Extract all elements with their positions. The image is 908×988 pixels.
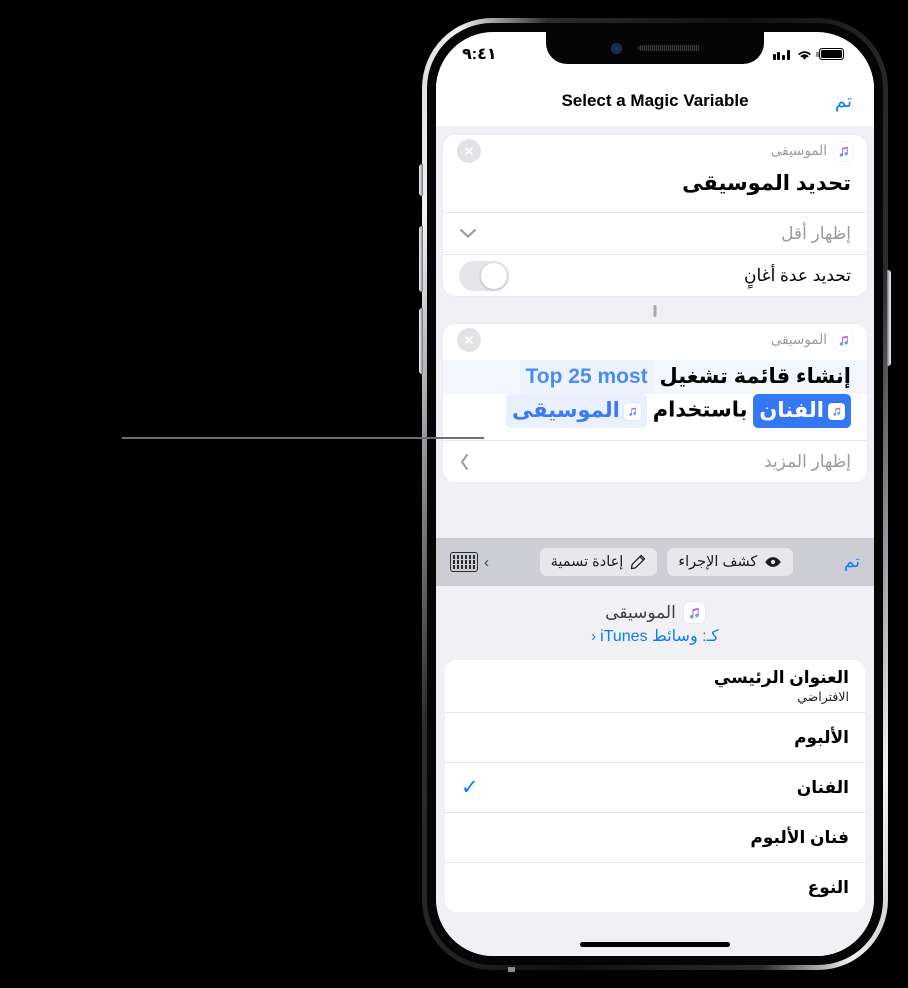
picker-subtitle: كـ: وسائط iTunes [600,628,719,645]
picker-type-row[interactable]: كـ: وسائط iTunes ‹ [436,626,874,646]
toolbar-actions: كشف الإجراء إعادة تسمية [539,548,794,576]
chevron-left-icon [461,453,468,470]
list-item-title: الفنان [796,777,849,797]
close-x-glyph [465,147,473,155]
volume-up-button[interactable] [419,226,423,292]
sentence-text-create-playlist: إنشاء قائمة تشغيل [659,365,851,389]
device-bezel: ٩:٤١ تم Select a Magic Variable الموسيقى… [427,23,883,965]
wifi-icon [798,50,811,60]
list-item[interactable]: النوع [445,862,865,912]
action-card-select-music[interactable]: الموسيقى تحديد الموسيقى إظهار أقل تحديد … [443,135,867,297]
variable-properties-list[interactable]: العنوان الرئيسي الافتراضي الألبوم الفنان [445,660,865,912]
list-item[interactable]: العنوان الرئيسي الافتراضي [445,660,865,712]
picker-source-row: الموسيقى [436,602,874,623]
iphone-device-frame: ٩:٤١ تم Select a Magic Variable الموسيقى… [419,18,891,972]
list-item[interactable]: الفنان ✓ [445,762,865,812]
apple-music-icon [828,402,845,420]
sentence-line-1: إنشاء قائمة تشغيل Top 25 most [443,360,867,395]
token-music-label: الموسيقى [511,399,620,423]
checkmark-icon: ✓ [461,776,479,799]
action-card-header: الموسيقى [443,135,867,167]
navigation-bar: تم Select a Magic Variable [436,76,874,126]
picker-source-name: الموسيقى [605,602,676,622]
display-notch [546,32,764,64]
action-card-create-playlist[interactable]: الموسيقى إنشاء قائمة تشغيل Top 25 most ا… [443,324,867,483]
list-item-texts: النوع [808,878,849,898]
list-item-texts: الألبوم [794,728,849,748]
token-playlist-name[interactable]: Top 25 most [519,360,654,395]
action-card-app-name: الموسيقى [770,332,827,348]
earpiece-speaker [637,45,700,51]
frame-antenna-nub [508,967,515,972]
apple-music-icon [683,602,705,623]
reveal-action-button[interactable]: كشف الإجراء [667,548,794,576]
close-circle-icon[interactable] [457,139,481,163]
list-item-subtitle: الافتراضي [797,690,849,704]
callout-leader-line-overlay [412,437,484,439]
home-indicator[interactable] [580,942,730,947]
list-item-texts: الفنان [797,778,849,798]
sentence-text-using: باستخدام [652,398,748,422]
eye-icon [765,557,782,567]
list-item-title: فنان الألبوم [750,827,849,847]
action-row-label: تحديد عدة أغانٍ [744,265,851,285]
list-item-title: الألبوم [794,727,849,747]
action-row-label: إظهار المزيد [764,451,851,471]
chevron-right-icon[interactable]: › [484,554,489,571]
action-row-label: إظهار أقل [781,223,851,243]
action-row-show-more[interactable]: إظهار المزيد [443,440,867,482]
rename-label: إعادة تسمية [550,554,624,570]
action-row-select-multiple[interactable]: تحديد عدة أغانٍ [443,254,867,296]
shortcut-actions-list[interactable]: الموسيقى تحديد الموسيقى إظهار أقل تحديد … [436,126,874,538]
cellular-signal-icon [772,48,790,60]
callout-leader-line [122,437,412,439]
power-button[interactable] [887,270,891,366]
action-card-app-name: الموسيقى [770,143,827,158]
list-item[interactable]: فنان الألبوم [445,812,865,862]
silence-switch-button[interactable] [419,164,423,196]
list-item-texts: العنوان الرئيسي الافتراضي [714,668,849,704]
toolbar-keyboard-group: › [450,552,489,572]
action-row-show-less[interactable]: إظهار أقل [443,212,867,254]
select-multiple-toggle[interactable] [459,260,509,291]
apple-music-icon [834,141,853,161]
reveal-action-label: كشف الإجراء [678,554,758,570]
magic-variable-picker: الموسيقى كـ: وسائط iTunes ‹ العنوان الرئ… [436,586,874,956]
page-title: Select a Magic Variable [561,91,749,110]
list-item-title: العنوان الرئيسي [713,668,849,687]
status-bar-time: ٩:٤١ [462,46,497,63]
device-screen: ٩:٤١ تم Select a Magic Variable الموسيقى… [436,32,874,956]
volume-down-button[interactable] [419,308,423,374]
editor-toolbar: تم كشف الإجراء إعادة تسمية › [436,538,874,586]
toolbar-done-button[interactable]: تم [844,552,860,572]
apple-music-icon [834,330,853,350]
action-card-sentence: إنشاء قائمة تشغيل Top 25 most الفنان باس… [443,356,867,440]
token-artist-selected[interactable]: الفنان [753,394,851,429]
sentence-line-2: الفنان باستخدام الموسيقى [459,394,851,429]
action-card-title: تحديد الموسيقى [682,172,851,195]
battery-fill [821,50,842,58]
pencil-icon [631,554,646,570]
front-camera-icon [610,42,622,54]
list-item[interactable]: الألبوم [445,712,865,762]
nav-done-button[interactable]: تم [835,91,852,112]
keyboard-icon[interactable] [450,552,479,572]
close-x-glyph [465,336,473,345]
list-item-title: النوع [807,877,849,897]
list-item-texts: فنان الألبوم [750,828,849,848]
card-divider [443,296,867,324]
rename-button[interactable]: إعادة تسمية [539,548,658,576]
status-bar-indicators [772,48,844,61]
battery-full-icon [816,48,844,60]
chevron-left-icon: ‹ [591,627,597,645]
token-artist-label: الفنان [759,399,824,423]
drag-handle[interactable] [653,305,657,318]
chevron-down-icon [460,229,476,238]
token-music-variable[interactable]: الموسيقى [505,394,647,429]
action-card-header: الموسيقى [443,324,867,356]
close-circle-icon[interactable] [457,328,481,353]
picker-header: الموسيقى كـ: وسائط iTunes ‹ [436,586,874,660]
apple-music-icon [623,402,641,420]
